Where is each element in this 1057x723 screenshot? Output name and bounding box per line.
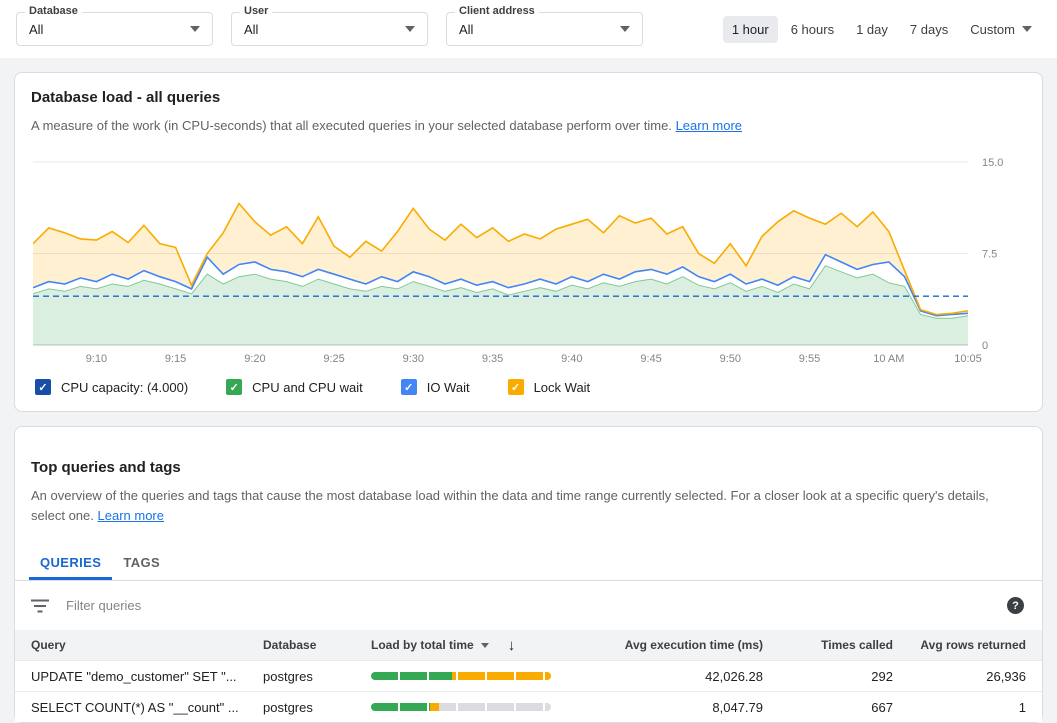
svg-text:9:40: 9:40 [561, 353, 582, 365]
time-range-option-7-days[interactable]: 7 days [901, 16, 957, 43]
svg-text:15.0: 15.0 [982, 157, 1003, 169]
query-table-body: UPDATE "demo_customer" SET "...postgres4… [15, 660, 1042, 722]
sort-descending-icon[interactable]: ↓ [508, 637, 516, 654]
column-header-load[interactable]: Load by total time ↓ [355, 637, 605, 654]
legend-label: CPU capacity: (4.000) [61, 380, 188, 395]
checkbox-checked-icon[interactable]: ✓ [226, 379, 242, 395]
load-card-title: Database load - all queries [31, 89, 1026, 106]
chevron-down-icon [190, 26, 200, 32]
svg-text:0: 0 [982, 340, 988, 352]
user-filter-select[interactable]: User All [231, 12, 428, 46]
legend-item: ✓ Lock Wait [508, 379, 591, 395]
load-bar-stripes [371, 703, 551, 711]
tabs: QUERIESTAGS [15, 546, 1042, 581]
chevron-down-icon[interactable] [481, 643, 489, 648]
filter-row: ? [15, 581, 1042, 630]
filter-icon [31, 599, 49, 613]
time-range-option-1-hour[interactable]: 1 hour [723, 16, 778, 43]
load-bar [371, 703, 551, 711]
legend-item: ✓ CPU capacity: (4.000) [35, 379, 188, 395]
legend-label: Lock Wait [534, 380, 591, 395]
load-bar-cell [355, 672, 605, 680]
user-filter-label: User [240, 5, 272, 17]
time-range-selector: 1 hour6 hours1 day7 daysCustom [723, 16, 1041, 43]
time-range-option-6-hours[interactable]: 6 hours [782, 16, 843, 43]
tab-queries[interactable]: QUERIES [29, 546, 112, 580]
checkbox-checked-icon[interactable]: ✓ [35, 379, 51, 395]
filter-queries-input[interactable] [66, 598, 990, 613]
times-called-cell: 667 [765, 700, 895, 715]
learn-more-link[interactable]: Learn more [98, 508, 164, 523]
queries-card-title: Top queries and tags [31, 459, 1026, 476]
column-header-avg-rows[interactable]: Avg rows returned [895, 638, 1042, 652]
times-called-cell: 292 [765, 669, 895, 684]
column-header-avg-exec[interactable]: Avg execution time (ms) [605, 638, 765, 652]
svg-text:10 AM: 10 AM [873, 353, 904, 365]
avg-execution-time-cell: 42,026.28 [605, 669, 765, 684]
column-header-query[interactable]: Query [15, 638, 247, 652]
svg-text:9:35: 9:35 [482, 353, 503, 365]
database-filter-value: All [29, 22, 190, 37]
time-range-option-1-day[interactable]: 1 day [847, 16, 897, 43]
database-cell: postgres [247, 669, 355, 684]
load-chart-svg[interactable]: 0 7.5 15.0 9:10 9:15 9:20 9:25 9:30 9:35 9:40 9:45… [33, 154, 1028, 366]
chart-legend: ✓CPU capacity: (4.000)✓CPU and CPU wait✓… [35, 379, 1026, 395]
svg-text:9:50: 9:50 [720, 353, 741, 365]
learn-more-link[interactable]: Learn more [676, 118, 742, 133]
database-filter-label: Database [25, 5, 82, 17]
svg-text:10:05: 10:05 [954, 353, 982, 365]
checkbox-checked-icon[interactable]: ✓ [508, 379, 524, 395]
legend-item: ✓ CPU and CPU wait [226, 379, 363, 395]
column-header-times-called[interactable]: Times called [765, 638, 895, 652]
client-address-filter-select[interactable]: Client address All [446, 12, 643, 46]
svg-text:9:10: 9:10 [86, 353, 107, 365]
svg-text:9:25: 9:25 [323, 353, 344, 365]
chevron-down-icon [620, 26, 630, 32]
client-address-filter-label: Client address [455, 5, 539, 17]
svg-text:9:55: 9:55 [799, 353, 820, 365]
query-cell[interactable]: UPDATE "demo_customer" SET "... [15, 669, 247, 684]
top-queries-card: Top queries and tags An overview of the … [14, 426, 1043, 723]
svg-text:9:20: 9:20 [244, 353, 265, 365]
load-card-description-text: A measure of the work (in CPU-seconds) t… [31, 118, 672, 133]
load-bar-cell [355, 703, 605, 711]
svg-text:9:15: 9:15 [165, 353, 186, 365]
table-row[interactable]: SELECT COUNT(*) AS "__count" ...postgres… [15, 691, 1042, 722]
load-bar [371, 672, 551, 680]
avg-rows-returned-cell: 1 [895, 700, 1042, 715]
client-address-filter-value: All [459, 22, 620, 37]
database-cell: postgres [247, 700, 355, 715]
database-load-card: Database load - all queries A measure of… [14, 72, 1043, 412]
query-cell[interactable]: SELECT COUNT(*) AS "__count" ... [15, 700, 247, 715]
chevron-down-icon [405, 26, 415, 32]
table-row[interactable]: UPDATE "demo_customer" SET "...postgres 4… [15, 660, 1042, 691]
avg-execution-time-cell: 8,047.79 [605, 700, 765, 715]
database-filter-select[interactable]: Database All [16, 12, 213, 46]
time-range-option-custom[interactable]: Custom [961, 16, 1041, 43]
svg-text:7.5: 7.5 [982, 249, 997, 261]
table-header: Query Database Load by total time ↓ Avg … [15, 630, 1042, 660]
legend-item: ✓ IO Wait [401, 379, 470, 395]
load-card-description: A measure of the work (in CPU-seconds) t… [31, 116, 1026, 136]
checkbox-checked-icon[interactable]: ✓ [401, 379, 417, 395]
legend-label: CPU and CPU wait [252, 380, 363, 395]
svg-text:9:45: 9:45 [640, 353, 661, 365]
queries-card-description: An overview of the queries and tags that… [31, 486, 1026, 526]
help-icon[interactable]: ? [1007, 597, 1024, 614]
load-bar-stripes [371, 672, 551, 680]
column-header-load-label: Load by total time [371, 638, 474, 652]
queries-card-description-text: An overview of the queries and tags that… [31, 488, 989, 523]
legend-label: IO Wait [427, 380, 470, 395]
filter-bar: Database All User All Client address All… [0, 0, 1057, 58]
column-header-database[interactable]: Database [247, 638, 355, 652]
svg-text:9:30: 9:30 [403, 353, 424, 365]
avg-rows-returned-cell: 26,936 [895, 669, 1042, 684]
load-chart[interactable]: 0 7.5 15.0 9:10 9:15 9:20 9:25 9:30 9:35 9:40 9:45… [31, 154, 1026, 371]
user-filter-value: All [244, 22, 405, 37]
tab-tags[interactable]: TAGS [112, 546, 171, 580]
chevron-down-icon [1022, 26, 1032, 32]
